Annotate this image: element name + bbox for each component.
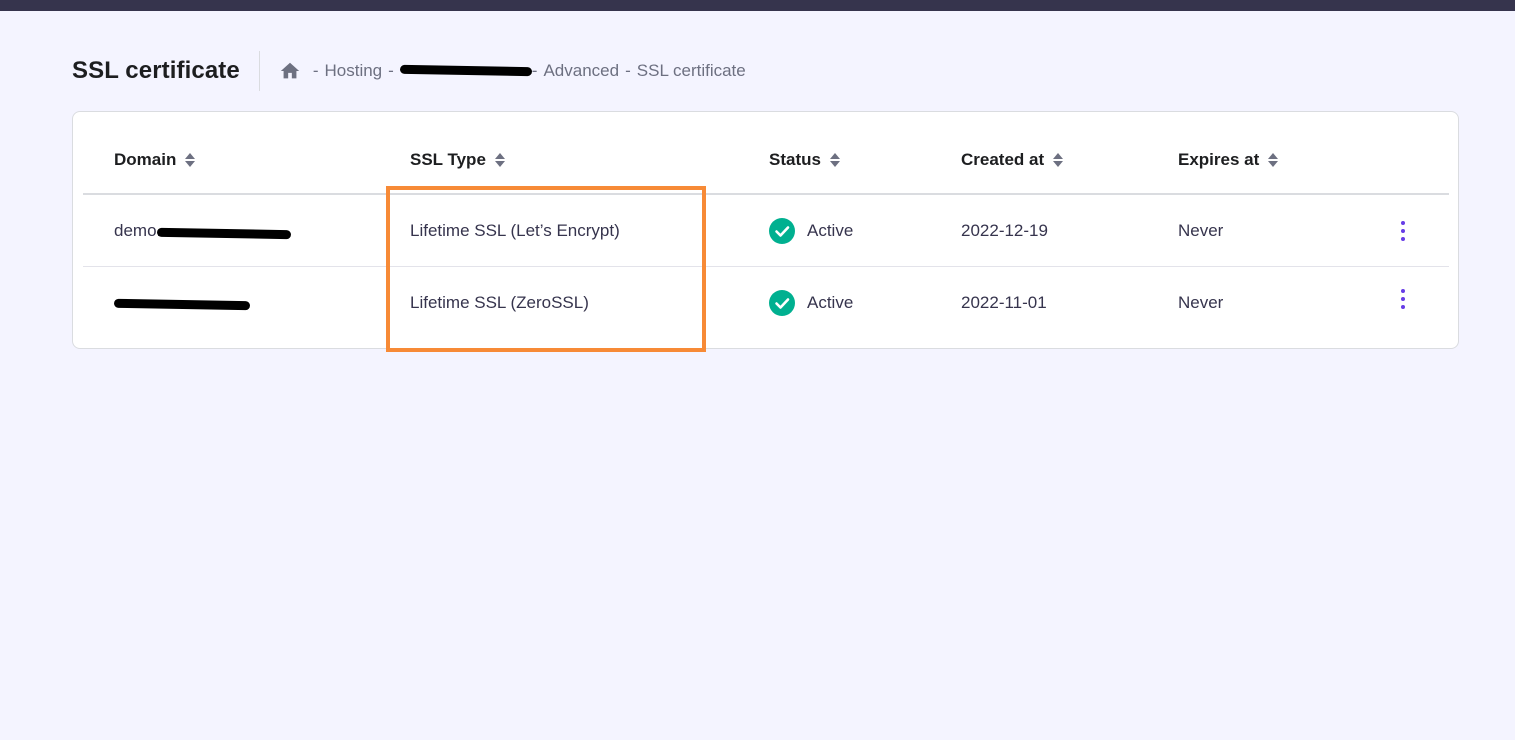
table-row: demo. Lifetime SSL (Let’s Encrypt) Activ… <box>83 195 1449 267</box>
created-at-cell: 2022-12-19 <box>961 221 1048 240</box>
home-icon[interactable] <box>279 60 301 82</box>
column-domain-label: Domain <box>114 150 177 169</box>
redacted-domain-mark <box>113 298 251 310</box>
column-expires-at-label: Expires at <box>1178 150 1260 169</box>
column-status-label: Status <box>769 150 821 169</box>
header-divider <box>258 50 260 91</box>
sort-icon[interactable] <box>1052 152 1064 168</box>
check-circle-icon <box>769 290 795 316</box>
kebab-dot <box>1401 237 1405 241</box>
breadcrumb-separator: - <box>388 60 394 80</box>
sort-icon[interactable] <box>829 152 841 168</box>
domain-cell <box>113 267 251 339</box>
expires-at-cell: Never <box>1178 221 1224 240</box>
column-ssl-type-label: SSL Type <box>410 150 486 169</box>
check-circle-icon <box>769 218 795 244</box>
page-header: SSL certificate - Hosting - - Advanced -… <box>72 50 746 91</box>
breadcrumb-hosting[interactable]: Hosting <box>324 61 382 81</box>
table-header: Domain SSL Type Status Created at Expire… <box>83 112 1449 195</box>
column-status[interactable]: Status <box>769 150 841 170</box>
status-cell: Active <box>769 195 853 267</box>
sort-icon[interactable] <box>494 152 506 168</box>
kebab-menu-icon[interactable] <box>1388 279 1418 319</box>
kebab-dot <box>1401 305 1405 309</box>
ssl-table-card: Domain SSL Type Status Created at Expire… <box>72 111 1459 349</box>
redacted-domain-mark <box>399 64 532 77</box>
breadcrumb-separator: - <box>531 60 538 80</box>
ssl-type-cell: Lifetime SSL (Let’s Encrypt) <box>410 221 620 240</box>
column-created-at[interactable]: Created at <box>961 150 1064 170</box>
table-row: Lifetime SSL (ZeroSSL) Active 2022-11-01… <box>83 267 1449 339</box>
ssl-type-cell: Lifetime SSL (ZeroSSL) <box>410 293 589 312</box>
created-at-cell: 2022-11-01 <box>961 293 1047 312</box>
sort-icon[interactable] <box>184 152 196 168</box>
status-label: Active <box>807 293 854 312</box>
kebab-dot <box>1401 221 1405 225</box>
kebab-dot <box>1401 297 1405 301</box>
breadcrumb-separator: - <box>312 60 319 80</box>
column-domain[interactable]: Domain <box>114 150 196 170</box>
kebab-dot <box>1401 229 1405 233</box>
sort-icon[interactable] <box>1267 152 1279 168</box>
breadcrumb-advanced[interactable]: Advanced <box>543 61 619 81</box>
status-label: Active <box>807 221 854 240</box>
breadcrumb-ssl-certificate: SSL certificate <box>636 60 746 80</box>
expires-at-cell: Never <box>1178 293 1224 312</box>
redacted-domain-mark <box>157 227 292 239</box>
column-ssl-type[interactable]: SSL Type <box>410 150 506 170</box>
page-title: SSL certificate <box>72 56 240 84</box>
column-expires-at[interactable]: Expires at <box>1178 150 1279 170</box>
status-cell: Active <box>769 267 853 339</box>
kebab-menu-icon[interactable] <box>1388 211 1418 251</box>
breadcrumb: - Hosting - - Advanced - SSL certificate <box>279 60 746 82</box>
kebab-dot <box>1401 289 1405 293</box>
breadcrumb-separator: - <box>625 60 631 80</box>
top-bar <box>0 0 1515 11</box>
domain-cell: demo. <box>114 195 292 267</box>
column-created-at-label: Created at <box>961 150 1045 169</box>
domain-prefix: demo. <box>114 221 162 240</box>
